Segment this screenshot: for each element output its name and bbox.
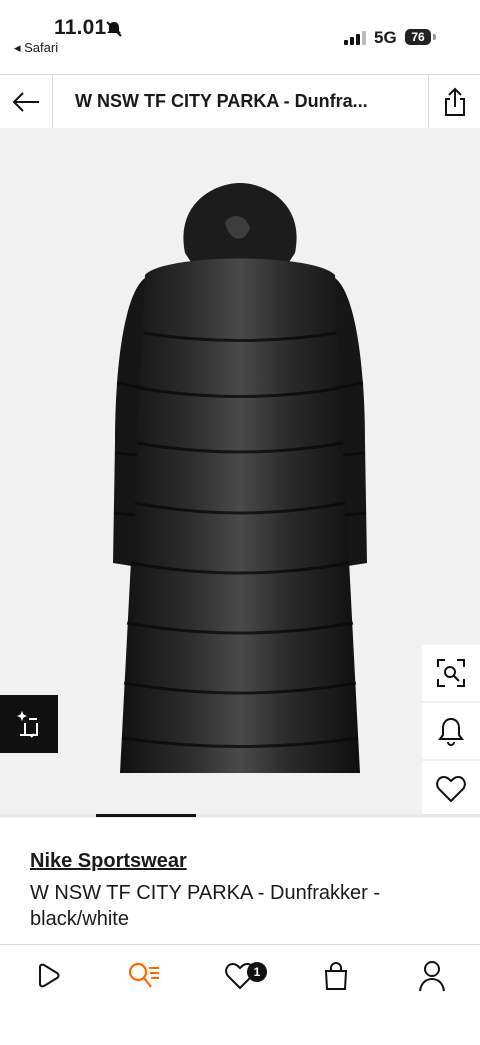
sparkle-crop-icon xyxy=(17,711,38,738)
bell-muted-icon xyxy=(106,21,122,37)
search-icon xyxy=(128,962,159,988)
top-nav-bar: W NSW TF CITY PARKA - Dunfra... xyxy=(0,74,480,129)
stock-alert-button[interactable] xyxy=(422,703,480,759)
ai-outfit-button[interactable] xyxy=(0,695,58,753)
tab-search[interactable] xyxy=(124,959,164,993)
brand-link[interactable]: Nike Sportswear xyxy=(30,850,187,873)
tab-bag[interactable] xyxy=(316,959,356,993)
arrow-left-icon xyxy=(12,91,39,112)
back-button[interactable] xyxy=(0,75,53,128)
visual-search-icon xyxy=(437,659,465,687)
product-name: W NSW TF CITY PARKA - Dunfrakker - black… xyxy=(30,882,381,930)
network-label: 5G xyxy=(374,28,397,47)
status-time: 11.01 xyxy=(54,16,107,39)
back-to-app-link[interactable]: ◂ Safari xyxy=(14,40,58,56)
wishlist-count-badge: 1 xyxy=(247,962,267,982)
signal-icon xyxy=(344,31,366,45)
battery-icon: 76 xyxy=(405,29,431,45)
heart-icon xyxy=(436,775,466,803)
page-title: W NSW TF CITY PARKA - Dunfra... xyxy=(75,91,368,111)
status-bar: 11.01 ◂ Safari 5G 76 xyxy=(0,0,480,74)
share-icon xyxy=(445,87,465,116)
profile-icon xyxy=(419,961,445,992)
wishlist-button[interactable] xyxy=(422,761,480,817)
bottom-tab-bar: 1 xyxy=(0,944,480,1045)
play-icon xyxy=(39,963,60,988)
tab-discover[interactable] xyxy=(28,959,68,993)
share-button[interactable] xyxy=(428,75,480,128)
tab-profile[interactable] xyxy=(412,959,452,993)
battery-cap xyxy=(433,34,436,40)
product-image xyxy=(113,183,367,773)
bell-icon xyxy=(438,717,464,746)
visual-search-button[interactable] xyxy=(422,645,480,701)
image-pager-indicator xyxy=(96,814,196,817)
image-pager xyxy=(0,814,480,817)
bag-icon xyxy=(324,962,348,990)
product-image-carousel[interactable] xyxy=(0,128,480,818)
